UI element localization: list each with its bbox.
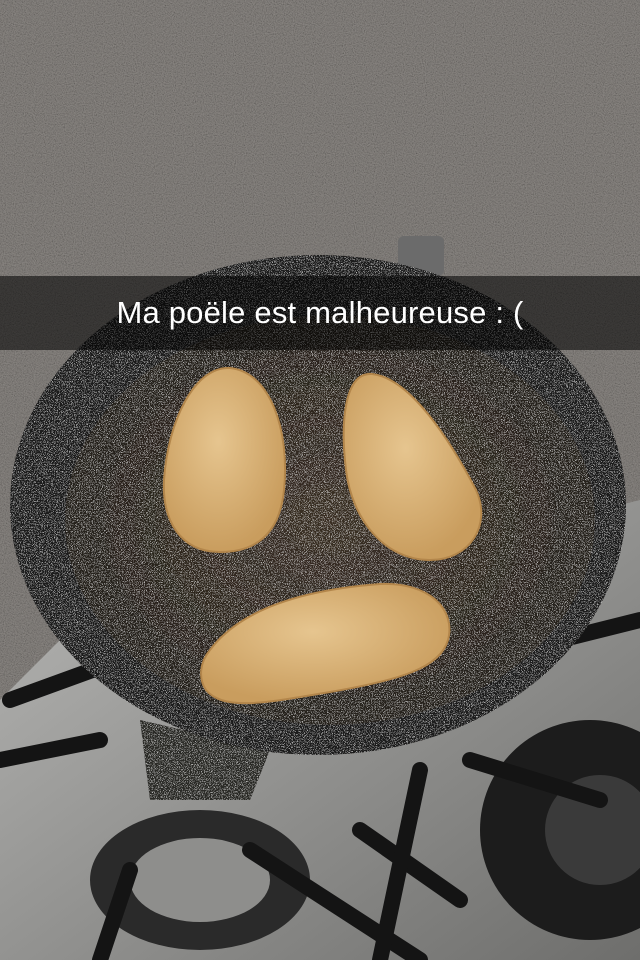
caption-text: Ma poële est malheureuse : ( (116, 295, 524, 330)
caption-bar: Ma poële est malheureuse : ( (0, 276, 640, 350)
photo-scene (0, 0, 640, 960)
